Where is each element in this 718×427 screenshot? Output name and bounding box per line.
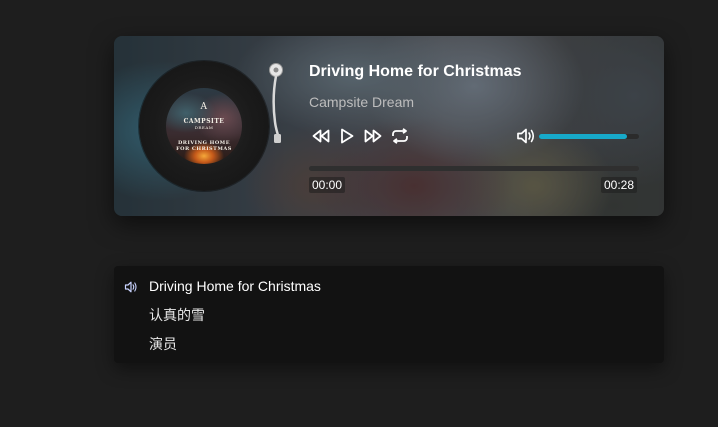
fast-forward-button[interactable] (363, 127, 383, 145)
track-title: Driving Home for Christmas (309, 63, 522, 80)
current-time: 00:00 (309, 177, 346, 193)
repeat-button[interactable] (390, 127, 410, 145)
tonearm-icon (269, 63, 283, 143)
repeat-icon (392, 128, 408, 144)
cover-brand-line1: CAMPSITE (183, 118, 225, 125)
track-artist: Campsite Dream (309, 94, 415, 110)
volume-slider-fill (539, 134, 627, 139)
rewind-button[interactable] (311, 127, 331, 145)
speaker-icon (124, 281, 137, 293)
duration: 00:28 (601, 177, 638, 193)
fast-forward-icon (364, 129, 382, 143)
cover-brand-line2: DREAM (194, 125, 214, 130)
volume-icon[interactable] (516, 127, 536, 145)
progress-bar[interactable] (309, 166, 639, 171)
album-cover: A CAMPSITE DREAM DRIVING HOME FOR CHRIST… (166, 88, 242, 164)
cover-title-line2: FOR CHRISTMAS (176, 146, 232, 152)
music-player: A CAMPSITE DREAM DRIVING HOME FOR CHRIST… (114, 36, 664, 216)
play-icon (341, 128, 354, 144)
vinyl-record: A CAMPSITE DREAM DRIVING HOME FOR CHRIST… (139, 61, 269, 191)
playlist-item-yanyuan[interactable]: 演员 (149, 333, 177, 355)
rewind-icon (312, 129, 330, 143)
cover-logo: A (200, 102, 208, 112)
volume-slider[interactable] (539, 134, 639, 139)
playlist-item-driving-home-for-christmas[interactable]: Driving Home for Christmas (149, 275, 321, 297)
playlist: Driving Home for Christmas 认真的雪 演员 (114, 266, 664, 363)
play-button[interactable] (337, 127, 357, 145)
playlist-item-renzhen-de-xue[interactable]: 认真的雪 (149, 304, 205, 326)
